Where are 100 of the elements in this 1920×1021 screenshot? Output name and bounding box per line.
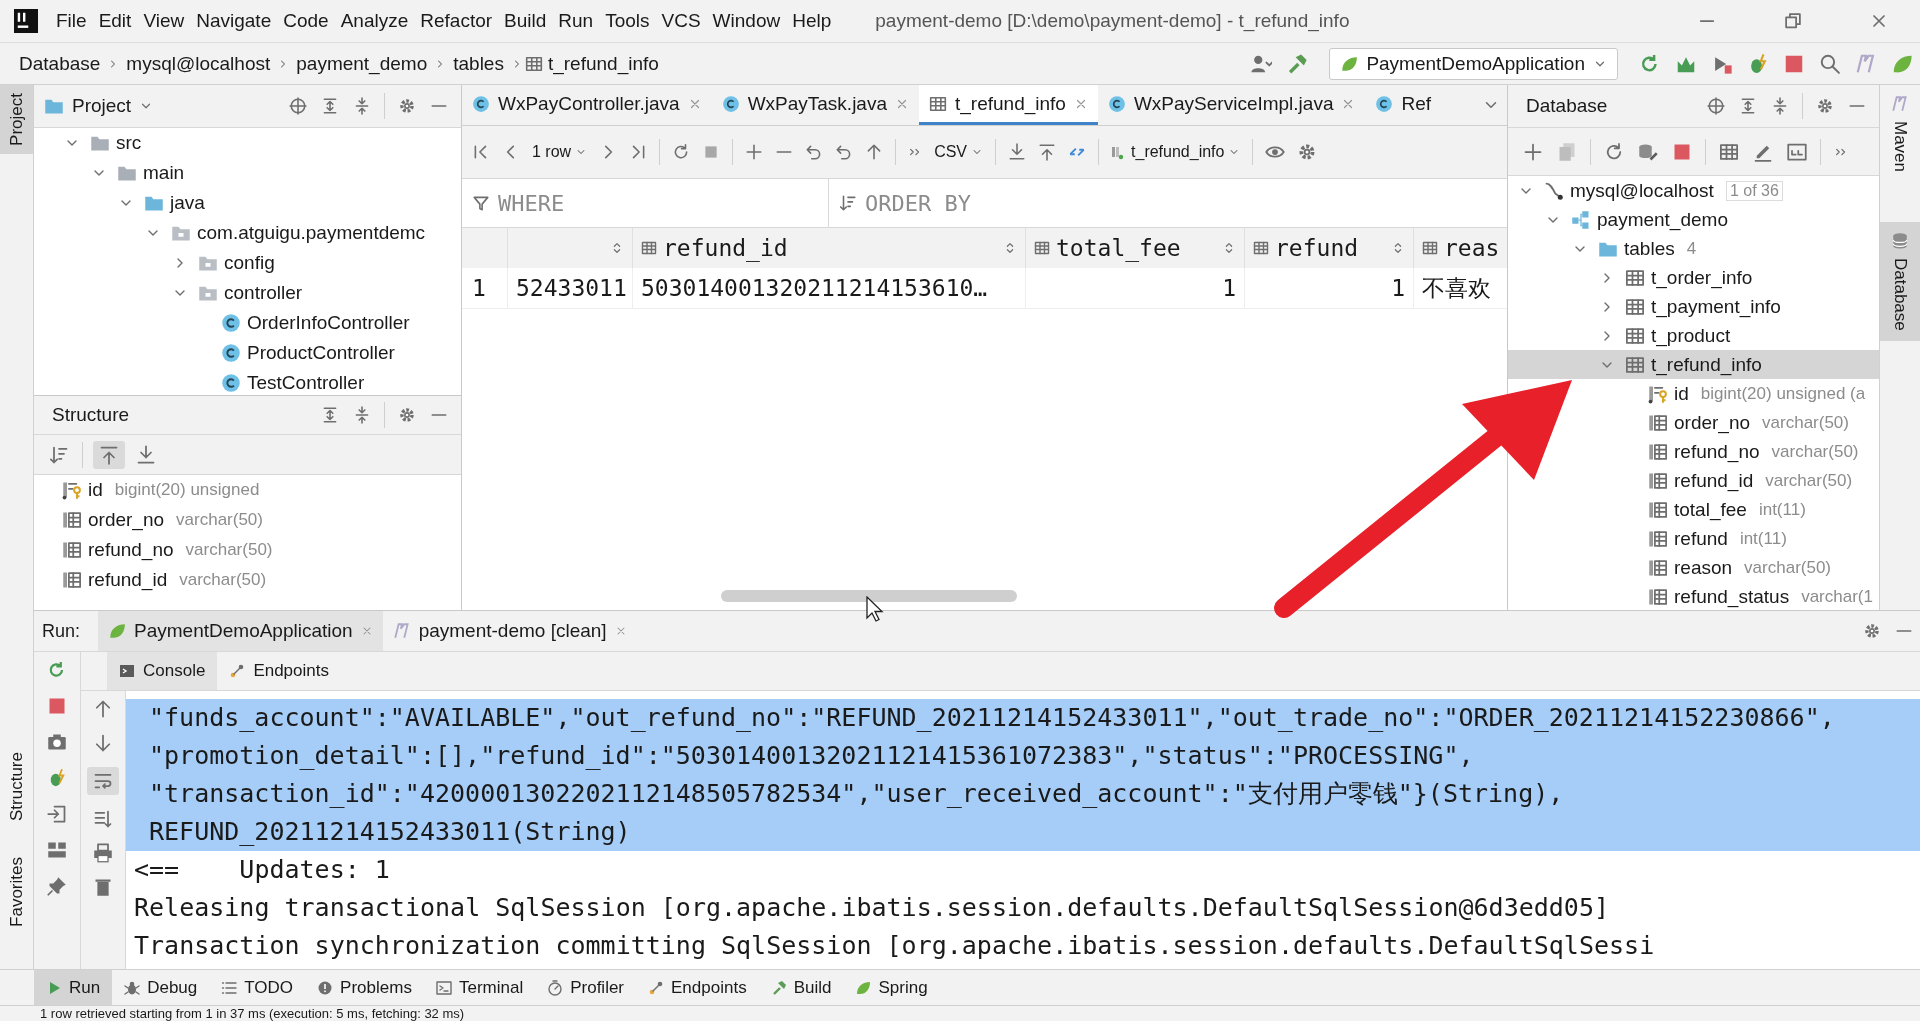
- tree-row[interactable]: tables 4: [1572, 234, 1697, 263]
- tree-row[interactable]: order_no varchar(50): [1626, 408, 1849, 437]
- download-icon[interactable]: [1008, 143, 1027, 161]
- menu-item[interactable]: Build: [504, 10, 547, 32]
- process-tab[interactable]: payment-demo [clean]: [382, 611, 637, 651]
- order-by-field[interactable]: ORDER BY: [863, 189, 1167, 217]
- console-tab[interactable]: Console: [107, 652, 218, 690]
- tool-window-tab[interactable]: Profiler: [535, 970, 637, 1005]
- tree-item[interactable]: controller: [224, 282, 303, 304]
- menu-item[interactable]: Tools: [605, 10, 650, 32]
- breadcrumb-item[interactable]: tables: [453, 52, 504, 75]
- gear-icon[interactable]: [1816, 97, 1834, 115]
- gear-icon[interactable]: [1863, 622, 1881, 640]
- tool-window-tab[interactable]: Favorites: [0, 848, 33, 935]
- pin-icon[interactable]: [47, 876, 67, 896]
- plus-icon[interactable]: [1523, 141, 1543, 162]
- tree-row[interactable]: t_refund_info: [1508, 350, 1879, 379]
- menu-item[interactable]: View: [143, 10, 185, 32]
- collapse-icon[interactable]: [1771, 97, 1789, 115]
- tool-window-tab[interactable]: Build: [758, 970, 844, 1005]
- tree-row[interactable]: refund_no varchar(50): [1626, 437, 1859, 466]
- menu-item[interactable]: Edit: [98, 10, 132, 32]
- collapse-icon[interactable]: [353, 97, 371, 115]
- tool-window-tab[interactable]: Project: [0, 85, 33, 154]
- editor-tab[interactable]: t_refund_info: [919, 85, 1098, 125]
- sort-icon[interactable]: [49, 444, 69, 465]
- page-size-dropdown[interactable]: 1 row: [532, 143, 588, 161]
- tool-window-tab[interactable]: Endpoints: [636, 970, 759, 1005]
- login-icon[interactable]: [47, 804, 67, 824]
- field-name[interactable]: order_no: [88, 509, 165, 531]
- expand-icon[interactable]: [321, 406, 339, 424]
- scrollbar-thumb[interactable]: [721, 590, 1017, 602]
- tree-row[interactable]: refund_status varchar(1: [1626, 582, 1873, 610]
- column-header[interactable]: refund_id: [663, 235, 788, 261]
- tree-row[interactable]: payment_demo: [1545, 205, 1728, 234]
- tool-window-tab[interactable]: Structure: [0, 743, 33, 829]
- run-configuration-dropdown[interactable]: PaymentDemoApplication: [1329, 47, 1618, 80]
- arrow-up-icon[interactable]: [93, 699, 113, 719]
- tree-row[interactable]: reason varchar(50): [1626, 553, 1832, 582]
- search-icon[interactable]: [1819, 52, 1841, 75]
- tool-window-tab[interactable]: TODO: [209, 970, 306, 1005]
- tool-window-tab[interactable]: Spring: [843, 970, 940, 1005]
- refresh-icon[interactable]: [1604, 141, 1624, 162]
- tool-window-tab[interactable]: Terminal: [423, 970, 536, 1005]
- process-tab[interactable]: PaymentDemoApplication: [98, 611, 383, 651]
- hammer-icon[interactable]: [1286, 52, 1309, 75]
- tree-row[interactable]: mysql@localhost 1 of 36: [1518, 176, 1783, 205]
- tree-item[interactable]: src: [116, 132, 142, 154]
- download-icon[interactable]: [136, 444, 156, 465]
- table-icon[interactable]: [1719, 141, 1739, 162]
- breadcrumb-item[interactable]: t_refund_info: [547, 52, 659, 75]
- field-name[interactable]: refund_no: [88, 539, 174, 561]
- restore-icon[interactable]: [1783, 11, 1803, 31]
- menu-item[interactable]: Window: [712, 10, 781, 32]
- menu-item[interactable]: Code: [283, 10, 329, 32]
- expand-icon[interactable]: [1739, 97, 1757, 115]
- query-console-icon[interactable]: [1787, 141, 1807, 162]
- tool-window-tab[interactable]: Run: [34, 970, 113, 1005]
- editor-tab[interactable]: WxPayController.java: [462, 85, 712, 125]
- stop-icon[interactable]: [47, 696, 67, 716]
- tree-item[interactable]: main: [143, 162, 185, 184]
- tree-row[interactable]: refund int(11): [1626, 524, 1787, 553]
- tool-window-tab[interactable]: Problems: [305, 970, 424, 1005]
- plus-icon[interactable]: [745, 143, 764, 161]
- console-tab[interactable]: Endpoints: [217, 652, 341, 690]
- table-dropdown[interactable]: t_refund_info: [1111, 143, 1241, 161]
- tool-window-tab[interactable]: Maven: [1880, 85, 1920, 183]
- gear-icon[interactable]: [398, 97, 416, 115]
- tree-item[interactable]: TestController: [247, 372, 365, 394]
- expand-icon[interactable]: [321, 97, 339, 115]
- editor-tab[interactable]: WxPayTask.java: [711, 85, 919, 125]
- scroll-to-end-icon[interactable]: [93, 809, 113, 829]
- tree-row[interactable]: t_payment_info: [1599, 292, 1781, 321]
- breadcrumb-item[interactable]: mysql@localhost: [126, 52, 271, 75]
- target-icon[interactable]: [1707, 97, 1725, 115]
- toggle-button[interactable]: [93, 440, 125, 469]
- tree-row[interactable]: total_fee int(11): [1626, 495, 1806, 524]
- filter-icon[interactable]: [472, 194, 490, 212]
- editor-tab[interactable]: Ref: [1365, 85, 1442, 125]
- tree-row[interactable]: refund_id varchar(50): [1626, 466, 1853, 495]
- breadcrumb-item[interactable]: payment_demo: [296, 52, 428, 75]
- menu-item[interactable]: Run: [558, 10, 594, 32]
- menu-item[interactable]: File: [56, 10, 87, 32]
- gear-icon[interactable]: [398, 406, 416, 424]
- tree-item[interactable]: config: [224, 252, 275, 274]
- export-format-dropdown[interactable]: CSV: [934, 143, 984, 161]
- arrow-down-icon[interactable]: [93, 733, 113, 753]
- where-filter-field[interactable]: WHERE: [496, 189, 800, 217]
- menu-item[interactable]: Navigate: [196, 10, 272, 32]
- tree-row[interactable]: t_order_info: [1599, 263, 1753, 292]
- tool-window-tab[interactable]: Debug: [112, 970, 210, 1005]
- panel-title[interactable]: Project: [72, 95, 132, 117]
- upload-icon[interactable]: [1038, 143, 1057, 161]
- print-icon[interactable]: [93, 843, 113, 863]
- column-header[interactable]: reas: [1444, 235, 1500, 261]
- column-header[interactable]: total_fee: [1056, 235, 1181, 261]
- soft-wrap-toggle[interactable]: [87, 767, 119, 795]
- menu-item[interactable]: Analyze: [340, 10, 409, 32]
- tree-item[interactable]: java: [170, 192, 205, 214]
- tree-item[interactable]: OrderInfoController: [247, 312, 410, 334]
